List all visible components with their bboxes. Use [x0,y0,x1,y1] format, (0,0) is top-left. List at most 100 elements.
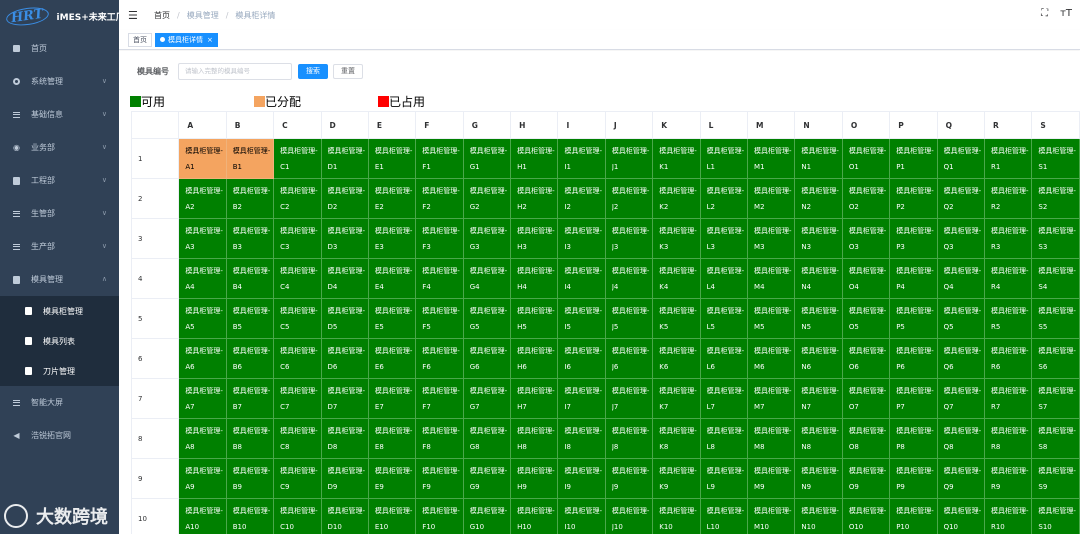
sidebar-item-mold-management[interactable]: 模具管理 ∧ [0,263,119,296]
cabinet-cell[interactable]: 模具柜管理-F9 [415,458,464,499]
cabinet-cell[interactable]: 模具柜管理-I5 [557,298,606,339]
cabinet-cell[interactable]: 模具柜管理-M3 [747,218,796,259]
cabinet-cell[interactable]: 模具柜管理-C2 [273,178,322,219]
cabinet-cell[interactable]: 模具柜管理-P1 [889,138,938,179]
cabinet-cell[interactable]: 模具柜管理-H2 [510,178,559,219]
cabinet-cell[interactable]: 模具柜管理-K9 [652,458,701,499]
cabinet-cell[interactable]: 模具柜管理-F5 [415,298,464,339]
cabinet-cell[interactable]: 模具柜管理-S3 [1031,218,1080,259]
cabinet-cell[interactable]: 模具柜管理-K7 [652,378,701,419]
cabinet-cell[interactable]: 模具柜管理-C7 [273,378,322,419]
cabinet-cell[interactable]: 模具柜管理-O4 [841,258,891,299]
cabinet-cell[interactable]: 模具柜管理-E9 [367,458,417,499]
cabinet-cell[interactable]: 模具柜管理-A6 [178,338,227,379]
cabinet-cell[interactable]: 模具柜管理-C10 [273,498,322,534]
cabinet-cell[interactable]: 模具柜管理-L5 [699,298,749,339]
cabinet-cell[interactable]: 模具柜管理-F2 [415,178,464,219]
app-logo[interactable]: HRT iMES+未来工厂 [0,0,119,32]
cabinet-cell[interactable]: 模具柜管理-K3 [652,218,701,259]
cabinet-cell[interactable]: 模具柜管理-E4 [367,258,417,299]
cabinet-cell[interactable]: 模具柜管理-R9 [983,458,1033,499]
cabinet-cell[interactable]: 模具柜管理-A7 [178,378,227,419]
cabinet-cell[interactable]: 模具柜管理-R2 [983,178,1033,219]
cabinet-cell[interactable]: 模具柜管理-N5 [794,298,843,339]
cabinet-cell[interactable]: 模具柜管理-Q2 [936,178,985,219]
cabinet-cell[interactable]: 模具柜管理-D3 [320,218,369,259]
cabinet-cell[interactable]: 模具柜管理-M8 [747,418,796,459]
cabinet-cell[interactable]: 模具柜管理-H6 [510,338,559,379]
cabinet-cell[interactable]: 模具柜管理-B9 [225,458,275,499]
cabinet-cell[interactable]: 模具柜管理-P8 [889,418,938,459]
cabinet-cell[interactable]: 模具柜管理-H3 [510,218,559,259]
cabinet-cell[interactable]: 模具柜管理-K2 [652,178,701,219]
cabinet-cell[interactable]: 模具柜管理-N1 [794,138,843,179]
sidebar-item-production-control[interactable]: 生管部 ∨ [0,197,119,230]
cabinet-cell[interactable]: 模具柜管理-H7 [510,378,559,419]
cabinet-cell[interactable]: 模具柜管理-S6 [1031,338,1080,379]
cabinet-cell[interactable]: 模具柜管理-R7 [983,378,1033,419]
cabinet-cell[interactable]: 模具柜管理-R4 [983,258,1033,299]
cabinet-cell[interactable]: 模具柜管理-E5 [367,298,417,339]
cabinet-cell[interactable]: 模具柜管理-K6 [652,338,701,379]
cabinet-cell[interactable]: 模具柜管理-H9 [510,458,559,499]
cabinet-cell[interactable]: 模具柜管理-N6 [794,338,843,379]
cabinet-cell[interactable]: 模具柜管理-B6 [225,338,275,379]
cabinet-cell[interactable]: 模具柜管理-K10 [652,498,701,534]
cabinet-cell[interactable]: 模具柜管理-I10 [557,498,606,534]
cabinet-cell[interactable]: 模具柜管理-F6 [415,338,464,379]
cabinet-cell[interactable]: 模具柜管理-Q10 [936,498,985,534]
sidebar-item-basic-info[interactable]: 基础信息 ∨ [0,98,119,131]
cabinet-cell[interactable]: 模具柜管理-I4 [557,258,606,299]
cabinet-cell[interactable]: 模具柜管理-G8 [462,418,512,459]
cabinet-cell[interactable]: 模具柜管理-R1 [983,138,1033,179]
cabinet-cell[interactable]: 模具柜管理-E6 [367,338,417,379]
cabinet-cell[interactable]: 模具柜管理-A10 [178,498,227,534]
cabinet-cell[interactable]: 模具柜管理-A4 [178,258,227,299]
cabinet-cell[interactable]: 模具柜管理-I8 [557,418,606,459]
search-button[interactable]: 搜索 [298,63,328,79]
cabinet-cell[interactable]: 模具柜管理-I1 [557,138,606,179]
sidebar-item-engineering[interactable]: 工程部 ∨ [0,164,119,197]
cabinet-cell[interactable]: 模具柜管理-J1 [604,138,654,179]
cabinet-cell[interactable]: 模具柜管理-M9 [747,458,796,499]
tag-mold-cabinet-detail[interactable]: 模具柜详情 × [155,32,218,47]
cabinet-cell[interactable]: 模具柜管理-A9 [178,458,227,499]
cabinet-cell[interactable]: 模具柜管理-H5 [510,298,559,339]
sidebar-item-mold-cabinet[interactable]: 模具柜管理 [0,296,119,326]
cabinet-cell[interactable]: 模具柜管理-C4 [273,258,322,299]
cabinet-cell[interactable]: 模具柜管理-B7 [225,378,275,419]
cabinet-cell[interactable]: 模具柜管理-C6 [273,338,322,379]
cabinet-cell[interactable]: 模具柜管理-F3 [415,218,464,259]
cabinet-cell[interactable]: 模具柜管理-J3 [604,218,654,259]
cabinet-cell[interactable]: 模具柜管理-D9 [320,458,369,499]
cabinet-cell[interactable]: 模具柜管理-E2 [367,178,417,219]
sidebar-item-website[interactable]: ◀ 浩锐拓官网 [0,419,119,452]
cabinet-cell[interactable]: 模具柜管理-J4 [604,258,654,299]
breadcrumb-home[interactable]: 首页 [154,10,170,21]
cabinet-cell[interactable]: 模具柜管理-D7 [320,378,369,419]
cabinet-cell[interactable]: 模具柜管理-Q3 [936,218,985,259]
cabinet-cell[interactable]: 模具柜管理-O2 [841,178,891,219]
cabinet-cell[interactable]: 模具柜管理-G4 [462,258,512,299]
cabinet-cell[interactable]: 模具柜管理-C8 [273,418,322,459]
cabinet-cell[interactable]: 模具柜管理-O7 [841,378,891,419]
cabinet-cell[interactable]: 模具柜管理-J6 [604,338,654,379]
sidebar-item-business[interactable]: ◉ 业务部 ∨ [0,131,119,164]
breadcrumb-mold-management[interactable]: 模具管理 [187,10,219,21]
cabinet-cell[interactable]: 模具柜管理-I2 [557,178,606,219]
cabinet-cell[interactable]: 模具柜管理-O9 [841,458,891,499]
cabinet-cell[interactable]: 模具柜管理-I3 [557,218,606,259]
cabinet-cell[interactable]: 模具柜管理-A3 [178,218,227,259]
cabinet-cell[interactable]: 模具柜管理-M5 [747,298,796,339]
cabinet-cell[interactable]: 模具柜管理-N3 [794,218,843,259]
cabinet-cell[interactable]: 模具柜管理-Q8 [936,418,985,459]
cabinet-cell[interactable]: 模具柜管理-O3 [841,218,891,259]
cabinet-cell[interactable]: 模具柜管理-P9 [889,458,938,499]
cabinet-cell[interactable]: 模具柜管理-Q1 [936,138,985,179]
cabinet-cell[interactable]: 模具柜管理-O5 [841,298,891,339]
hamburger-icon[interactable]: ☰ [128,9,142,22]
cabinet-cell[interactable]: 模具柜管理-N4 [794,258,843,299]
cabinet-cell[interactable]: 模具柜管理-R10 [983,498,1033,534]
cabinet-cell[interactable]: 模具柜管理-D2 [320,178,369,219]
cabinet-cell[interactable]: 模具柜管理-G3 [462,218,512,259]
